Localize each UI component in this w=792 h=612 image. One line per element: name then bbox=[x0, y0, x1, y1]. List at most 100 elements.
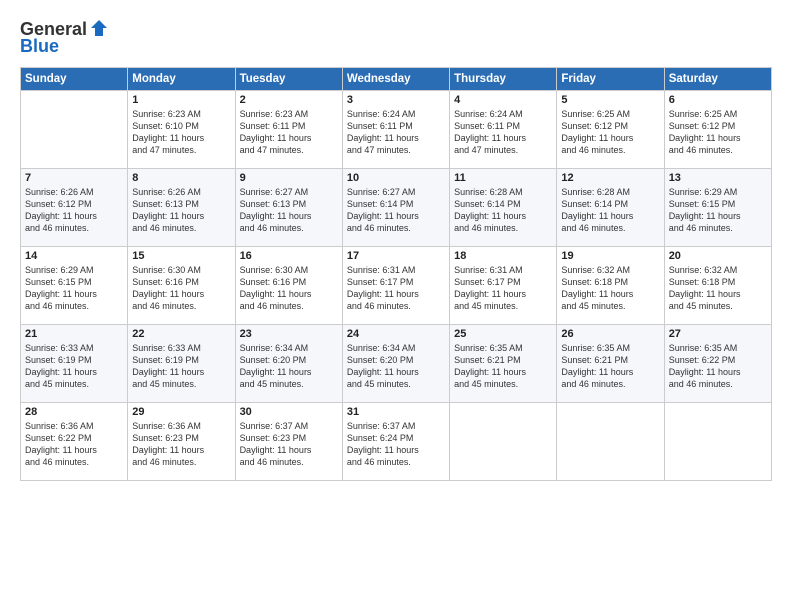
day-content: Sunrise: 6:33 AM Sunset: 6:19 PM Dayligh… bbox=[132, 342, 230, 391]
day-number: 15 bbox=[132, 250, 230, 262]
day-number: 24 bbox=[347, 328, 445, 340]
day-content: Sunrise: 6:23 AM Sunset: 6:11 PM Dayligh… bbox=[240, 108, 338, 157]
calendar-cell: 23Sunrise: 6:34 AM Sunset: 6:20 PM Dayli… bbox=[235, 325, 342, 403]
day-number: 5 bbox=[561, 94, 659, 106]
day-number: 10 bbox=[347, 172, 445, 184]
day-content: Sunrise: 6:29 AM Sunset: 6:15 PM Dayligh… bbox=[669, 186, 767, 235]
header-cell-monday: Monday bbox=[128, 68, 235, 91]
day-content: Sunrise: 6:31 AM Sunset: 6:17 PM Dayligh… bbox=[347, 264, 445, 313]
day-number: 1 bbox=[132, 94, 230, 106]
header-cell-tuesday: Tuesday bbox=[235, 68, 342, 91]
calendar-cell bbox=[21, 91, 128, 169]
calendar-cell: 3 Sunrise: 6:24 AM Sunset: 6:11 PM Daylig… bbox=[342, 91, 449, 169]
day-number: 3 bbox=[347, 94, 445, 106]
day-content: Sunrise: 6:36 AM Sunset: 6:23 PM Dayligh… bbox=[132, 420, 230, 469]
calendar-cell: 25 Sunrise: 6:35 AM Sunset: 6:21 PM Dayli… bbox=[450, 325, 557, 403]
header-cell-thursday: Thursday bbox=[450, 68, 557, 91]
day-number: 4 bbox=[454, 94, 552, 106]
day-content: Sunrise: 6:28 AM Sunset: 6:14 PM Dayligh… bbox=[561, 186, 659, 235]
calendar-cell: 21 Sunrise: 6:33 AM Sunset: 6:19 PM Dayli… bbox=[21, 325, 128, 403]
day-content: Sunrise: 6:30 AM Sunset: 6:16 PM Dayligh… bbox=[240, 264, 338, 313]
calendar-header-row: SundayMondayTuesdayWednesdayThursdayFrid… bbox=[21, 68, 772, 91]
day-content: Sunrise: 6:37 AM Sunset: 6:24 PM Dayligh… bbox=[347, 420, 445, 469]
day-number: 16 bbox=[240, 250, 338, 262]
day-number: 25 bbox=[454, 328, 552, 340]
calendar-cell: 18 Sunrise: 6:31 AM Sunset: 6:17 PM Dayli… bbox=[450, 247, 557, 325]
calendar-cell: 22 Sunrise: 6:33 AM Sunset: 6:19 PM Dayli… bbox=[128, 325, 235, 403]
header-cell-wednesday: Wednesday bbox=[342, 68, 449, 91]
day-number: 20 bbox=[669, 250, 767, 262]
day-content: Sunrise: 6:37 AM Sunset: 6:23 PM Dayligh… bbox=[240, 420, 338, 469]
calendar-cell: 31 Sunrise: 6:37 AM Sunset: 6:24 PM Dayli… bbox=[342, 403, 449, 481]
calendar-cell: 7 Sunrise: 6:26 AM Sunset: 6:12 PM Daylig… bbox=[21, 169, 128, 247]
day-content: Sunrise: 6:26 AM Sunset: 6:13 PM Dayligh… bbox=[132, 186, 230, 235]
calendar-week-row: 28Sunrise: 6:36 AM Sunset: 6:22 PM Dayli… bbox=[21, 403, 772, 481]
calendar-cell: 24 Sunrise: 6:34 AM Sunset: 6:20 PM Dayli… bbox=[342, 325, 449, 403]
day-number: 6 bbox=[669, 94, 767, 106]
calendar-cell: 19Sunrise: 6:32 AM Sunset: 6:18 PM Dayli… bbox=[557, 247, 664, 325]
header-cell-friday: Friday bbox=[557, 68, 664, 91]
day-content: Sunrise: 6:36 AM Sunset: 6:22 PM Dayligh… bbox=[25, 420, 123, 469]
page-header: General Blue bbox=[20, 18, 772, 57]
calendar-cell bbox=[664, 403, 771, 481]
calendar-cell: 6Sunrise: 6:25 AM Sunset: 6:12 PM Daylig… bbox=[664, 91, 771, 169]
logo-icon bbox=[89, 18, 109, 38]
day-number: 19 bbox=[561, 250, 659, 262]
calendar-cell: 13 Sunrise: 6:29 AM Sunset: 6:15 PM Dayli… bbox=[664, 169, 771, 247]
day-content: Sunrise: 6:33 AM Sunset: 6:19 PM Dayligh… bbox=[25, 342, 123, 391]
calendar-cell: 16 Sunrise: 6:30 AM Sunset: 6:16 PM Dayli… bbox=[235, 247, 342, 325]
day-number: 12 bbox=[561, 172, 659, 184]
day-number: 30 bbox=[240, 406, 338, 418]
calendar-page: General Blue SundayMondayTuesdayWednesda… bbox=[0, 0, 792, 612]
calendar-week-row: 7 Sunrise: 6:26 AM Sunset: 6:12 PM Daylig… bbox=[21, 169, 772, 247]
day-number: 14 bbox=[25, 250, 123, 262]
day-content: Sunrise: 6:35 AM Sunset: 6:22 PM Dayligh… bbox=[669, 342, 767, 391]
calendar-cell: 1 Sunrise: 6:23 AM Sunset: 6:10 PM Daylig… bbox=[128, 91, 235, 169]
day-content: Sunrise: 6:23 AM Sunset: 6:10 PM Dayligh… bbox=[132, 108, 230, 157]
day-content: Sunrise: 6:35 AM Sunset: 6:21 PM Dayligh… bbox=[454, 342, 552, 391]
day-content: Sunrise: 6:30 AM Sunset: 6:16 PM Dayligh… bbox=[132, 264, 230, 313]
day-number: 31 bbox=[347, 406, 445, 418]
day-content: Sunrise: 6:34 AM Sunset: 6:20 PM Dayligh… bbox=[347, 342, 445, 391]
calendar-cell: 15 Sunrise: 6:30 AM Sunset: 6:16 PM Dayli… bbox=[128, 247, 235, 325]
calendar-cell: 26Sunrise: 6:35 AM Sunset: 6:21 PM Dayli… bbox=[557, 325, 664, 403]
calendar-cell: 14Sunrise: 6:29 AM Sunset: 6:15 PM Dayli… bbox=[21, 247, 128, 325]
calendar-cell: 12 Sunrise: 6:28 AM Sunset: 6:14 PM Dayli… bbox=[557, 169, 664, 247]
calendar-week-row: 14Sunrise: 6:29 AM Sunset: 6:15 PM Dayli… bbox=[21, 247, 772, 325]
day-number: 13 bbox=[669, 172, 767, 184]
day-number: 8 bbox=[132, 172, 230, 184]
day-number: 21 bbox=[25, 328, 123, 340]
calendar-cell: 27 Sunrise: 6:35 AM Sunset: 6:22 PM Dayli… bbox=[664, 325, 771, 403]
calendar-cell: 11 Sunrise: 6:28 AM Sunset: 6:14 PM Dayli… bbox=[450, 169, 557, 247]
day-content: Sunrise: 6:24 AM Sunset: 6:11 PM Dayligh… bbox=[347, 108, 445, 157]
logo: General Blue bbox=[20, 18, 109, 57]
day-content: Sunrise: 6:24 AM Sunset: 6:11 PM Dayligh… bbox=[454, 108, 552, 157]
day-number: 27 bbox=[669, 328, 767, 340]
day-content: Sunrise: 6:25 AM Sunset: 6:12 PM Dayligh… bbox=[561, 108, 659, 157]
day-number: 17 bbox=[347, 250, 445, 262]
day-content: Sunrise: 6:34 AM Sunset: 6:20 PM Dayligh… bbox=[240, 342, 338, 391]
calendar-cell: 20 Sunrise: 6:32 AM Sunset: 6:18 PM Dayli… bbox=[664, 247, 771, 325]
day-content: Sunrise: 6:28 AM Sunset: 6:14 PM Dayligh… bbox=[454, 186, 552, 235]
calendar-table: SundayMondayTuesdayWednesdayThursdayFrid… bbox=[20, 67, 772, 481]
calendar-cell: 5 Sunrise: 6:25 AM Sunset: 6:12 PM Daylig… bbox=[557, 91, 664, 169]
day-number: 11 bbox=[454, 172, 552, 184]
day-content: Sunrise: 6:31 AM Sunset: 6:17 PM Dayligh… bbox=[454, 264, 552, 313]
calendar-cell: 9Sunrise: 6:27 AM Sunset: 6:13 PM Daylig… bbox=[235, 169, 342, 247]
day-content: Sunrise: 6:35 AM Sunset: 6:21 PM Dayligh… bbox=[561, 342, 659, 391]
calendar-cell: 2 Sunrise: 6:23 AM Sunset: 6:11 PM Daylig… bbox=[235, 91, 342, 169]
calendar-cell: 4 Sunrise: 6:24 AM Sunset: 6:11 PM Daylig… bbox=[450, 91, 557, 169]
day-content: Sunrise: 6:27 AM Sunset: 6:13 PM Dayligh… bbox=[240, 186, 338, 235]
day-content: Sunrise: 6:32 AM Sunset: 6:18 PM Dayligh… bbox=[669, 264, 767, 313]
day-number: 7 bbox=[25, 172, 123, 184]
calendar-cell bbox=[450, 403, 557, 481]
day-content: Sunrise: 6:26 AM Sunset: 6:12 PM Dayligh… bbox=[25, 186, 123, 235]
day-number: 2 bbox=[240, 94, 338, 106]
day-content: Sunrise: 6:27 AM Sunset: 6:14 PM Dayligh… bbox=[347, 186, 445, 235]
calendar-cell: 8 Sunrise: 6:26 AM Sunset: 6:13 PM Daylig… bbox=[128, 169, 235, 247]
day-number: 18 bbox=[454, 250, 552, 262]
calendar-cell: 28Sunrise: 6:36 AM Sunset: 6:22 PM Dayli… bbox=[21, 403, 128, 481]
calendar-cell bbox=[557, 403, 664, 481]
day-number: 29 bbox=[132, 406, 230, 418]
day-number: 22 bbox=[132, 328, 230, 340]
